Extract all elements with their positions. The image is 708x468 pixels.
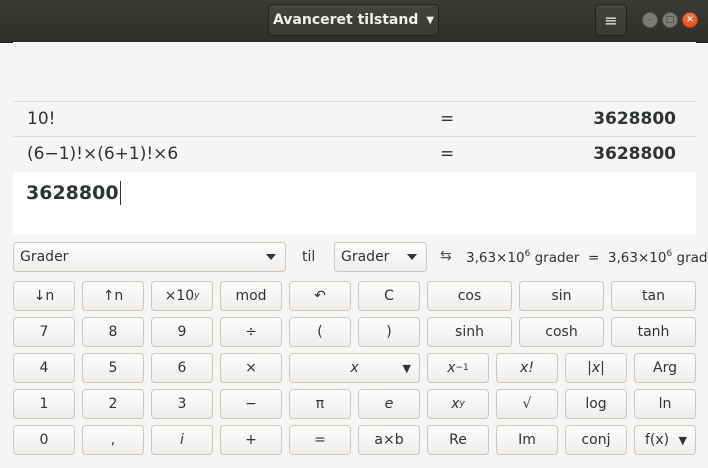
to-label: til <box>302 249 316 265</box>
digit-6-button[interactable]: 6 <box>151 353 213 383</box>
imaginary-part-button[interactable]: Im <box>496 425 558 455</box>
expression-display[interactable]: 3628800 <box>13 172 696 235</box>
exponent-button[interactable]: ×10 y <box>151 281 213 311</box>
to-unit-label: Grader <box>341 249 390 265</box>
log-button[interactable]: log <box>565 389 627 419</box>
chevron-down-icon: ▼ <box>402 361 411 375</box>
cos-button[interactable]: cos <box>427 281 512 311</box>
function-label: f(x) <box>645 432 670 448</box>
pi-button[interactable]: π <box>289 389 351 419</box>
conversion-right-unit: grader <box>676 250 708 266</box>
variable-label: x <box>350 360 359 376</box>
power-sup: y <box>459 399 465 409</box>
exponent-sup: y <box>194 291 200 301</box>
power-button[interactable]: xy <box>427 389 489 419</box>
inverse-base: x <box>447 360 456 376</box>
sinh-button[interactable]: sinh <box>427 317 512 347</box>
abs-button[interactable]: |x| <box>565 353 627 383</box>
imaginary-button[interactable]: i <box>151 425 213 455</box>
history-row[interactable]: 10! = 3628800 <box>13 101 696 135</box>
chevron-down-icon: ▼ <box>426 14 435 26</box>
conversion-left-unit: grader <box>530 250 580 266</box>
variable-button[interactable]: x ▼ <box>289 353 420 383</box>
divide-button[interactable]: ÷ <box>220 317 282 347</box>
multiply-button[interactable]: × <box>220 353 282 383</box>
open-paren-button[interactable]: ( <box>289 317 351 347</box>
display-value[interactable]: 3628800 <box>26 181 121 205</box>
from-unit-combo[interactable]: Grader <box>13 242 286 272</box>
history-panel: 10! = 3628800 (6−1)!×(6+1)!×6 = 3628800 <box>13 42 696 172</box>
real-part-button[interactable]: Re <box>427 425 489 455</box>
function-button[interactable]: f(x) ▼ <box>634 425 696 455</box>
digit-3-button[interactable]: 3 <box>151 389 213 419</box>
clear-button[interactable]: C <box>358 281 420 311</box>
sci-notation-button[interactable]: a×b <box>358 425 420 455</box>
euler-button[interactable]: e <box>358 389 420 419</box>
shift-right-button[interactable]: ↓n <box>13 281 75 311</box>
history-equals: = <box>440 143 455 164</box>
swap-arrows-icon[interactable]: ⇆ <box>440 248 452 264</box>
inverse-sup: −1 <box>455 363 469 373</box>
history-expression[interactable]: (6−1)!×(6+1)!×6 <box>27 144 178 164</box>
conversion-right-mantissa: 3,63×10 <box>607 250 667 266</box>
tanh-button[interactable]: tanh <box>611 317 696 347</box>
chevron-down-icon: ▼ <box>678 433 687 447</box>
from-unit-label: Grader <box>20 249 69 265</box>
decimal-button[interactable]: , <box>82 425 144 455</box>
minus-button[interactable]: − <box>220 389 282 419</box>
digit-5-button[interactable]: 5 <box>82 353 144 383</box>
close-icon[interactable]: ✕ <box>682 12 698 28</box>
close-paren-button[interactable]: ) <box>358 317 420 347</box>
sqrt-button[interactable]: √ <box>496 389 558 419</box>
dropdown-arrow-icon <box>266 254 276 260</box>
conversion-result: 3,63×106 grader = 3,63×106 grader <box>466 249 708 266</box>
history-result[interactable]: 3628800 <box>593 144 676 164</box>
tan-button[interactable]: tan <box>611 281 696 311</box>
plus-button[interactable]: + <box>220 425 282 455</box>
exponent-base: ×10 <box>164 288 195 304</box>
digit-9-button[interactable]: 9 <box>151 317 213 347</box>
inverse-button[interactable]: x −1 <box>427 353 489 383</box>
history-equals: = <box>440 108 455 129</box>
digit-4-button[interactable]: 4 <box>13 353 75 383</box>
history-expression[interactable]: 10! <box>27 109 55 129</box>
conjugate-button[interactable]: conj <box>565 425 627 455</box>
digit-1-button[interactable]: 1 <box>13 389 75 419</box>
backspace-button[interactable]: ↶ <box>289 281 351 311</box>
digit-8-button[interactable]: 8 <box>82 317 144 347</box>
ln-button[interactable]: ln <box>634 389 696 419</box>
minimize-icon[interactable]: – <box>642 12 658 28</box>
factorial-button[interactable]: x! <box>496 353 558 383</box>
to-unit-combo[interactable]: Grader <box>334 242 427 272</box>
cosh-button[interactable]: cosh <box>519 317 604 347</box>
dropdown-arrow-icon <box>407 254 417 260</box>
header-bar: Avanceret tilstand ▼ ≡ – □ ✕ <box>0 0 708 43</box>
arg-button[interactable]: Arg <box>634 353 696 383</box>
menu-button[interactable]: ≡ <box>595 4 627 36</box>
digit-0-button[interactable]: 0 <box>13 425 75 455</box>
sin-button[interactable]: sin <box>519 281 604 311</box>
mode-label: Avanceret tilstand <box>272 12 419 28</box>
digit-7-button[interactable]: 7 <box>13 317 75 347</box>
conversion-equals: = <box>588 250 600 266</box>
digit-2-button[interactable]: 2 <box>82 389 144 419</box>
modulus-button[interactable]: mod <box>220 281 282 311</box>
shift-left-button[interactable]: ↑n <box>82 281 144 311</box>
hamburger-menu-icon: ≡ <box>604 10 618 30</box>
equals-button[interactable]: = <box>289 425 351 455</box>
maximize-icon[interactable]: □ <box>662 12 678 28</box>
conversion-left-mantissa: 3,63×10 <box>466 250 525 266</box>
mode-selector-button[interactable]: Avanceret tilstand ▼ <box>268 4 439 36</box>
history-row[interactable]: (6−1)!×(6+1)!×6 = 3628800 <box>13 136 696 170</box>
history-result[interactable]: 3628800 <box>593 109 676 129</box>
